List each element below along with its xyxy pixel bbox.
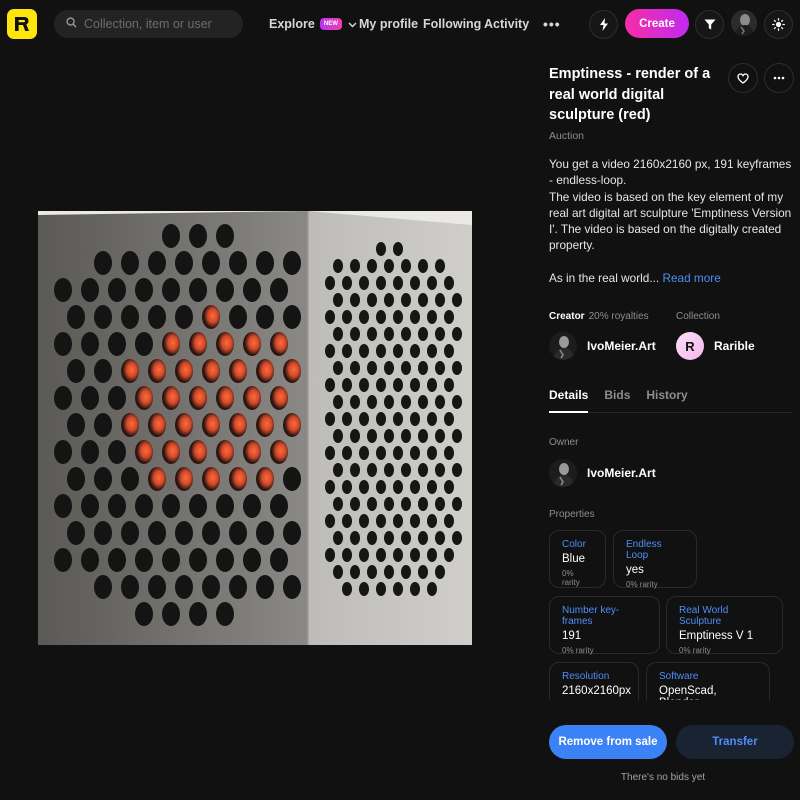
creator-avatar bbox=[549, 332, 577, 360]
property-rarity: 0% rarity bbox=[562, 569, 580, 587]
search-icon bbox=[66, 15, 77, 33]
nav-my-profile[interactable]: My profile bbox=[359, 0, 418, 48]
owner-label: Owner bbox=[549, 437, 579, 448]
property-type: Resolution bbox=[562, 671, 610, 682]
description-teaser: As in the real world... bbox=[549, 270, 660, 285]
property-value: 2160x2160px bbox=[562, 685, 632, 697]
owner-link[interactable]: IvoMeier.Art bbox=[549, 459, 656, 487]
owner-avatar bbox=[549, 459, 577, 487]
remove-from-sale-button[interactable]: Remove from sale bbox=[549, 725, 667, 759]
property-card[interactable]: Endless Loop yes 0% rarity bbox=[613, 530, 697, 589]
description-line: As in the real world... Read more bbox=[549, 270, 794, 286]
item-description: You get a video 2160x2160 px, 191 keyfra… bbox=[549, 156, 794, 286]
heart-icon[interactable] bbox=[728, 63, 758, 93]
property-value: 191 bbox=[562, 630, 582, 642]
royalties-text: 20% royalties bbox=[588, 311, 649, 322]
property-rarity: 0% rarity bbox=[626, 580, 658, 589]
property-value: Emptiness V 1 bbox=[679, 630, 754, 642]
lightning-icon[interactable] bbox=[589, 10, 618, 39]
property-rarity: 0% rarity bbox=[679, 646, 711, 655]
new-badge: NEW bbox=[319, 18, 342, 30]
property-card[interactable]: Number key-frames 191 0% rarity bbox=[549, 596, 660, 655]
search-input[interactable] bbox=[84, 17, 234, 31]
nav-following[interactable]: Following bbox=[423, 0, 481, 48]
sale-type-label: Auction bbox=[549, 130, 585, 142]
creator-name: IvoMeier.Art bbox=[587, 339, 656, 353]
creator-heading: Creator bbox=[549, 311, 585, 322]
user-avatar[interactable] bbox=[731, 10, 757, 36]
tab-details[interactable]: Details bbox=[549, 385, 589, 413]
properties-label: Properties bbox=[549, 509, 595, 520]
property-type: Real World Sculpture bbox=[679, 605, 729, 627]
property-type: Color bbox=[562, 539, 586, 550]
item-title: Emptiness - render of a real world digit… bbox=[549, 66, 711, 123]
filter-icon[interactable] bbox=[695, 10, 724, 39]
tab-history[interactable]: History bbox=[646, 385, 687, 413]
property-value: Blue bbox=[562, 553, 586, 565]
nav-activity[interactable]: Activity bbox=[484, 0, 529, 48]
read-more-link[interactable]: Read more bbox=[662, 271, 720, 285]
property-type: Software bbox=[659, 671, 699, 682]
search-box[interactable] bbox=[54, 10, 243, 38]
tab-bids[interactable]: Bids bbox=[604, 385, 630, 413]
collection-name: Rarible bbox=[714, 339, 755, 353]
description-line: The video is based on the key element of… bbox=[549, 189, 792, 253]
artwork-image[interactable] bbox=[38, 211, 472, 645]
property-value: yes bbox=[626, 564, 644, 576]
creator-link[interactable]: IvoMeier.Art bbox=[549, 332, 656, 360]
rarible-collection-icon: R bbox=[676, 332, 704, 360]
description-line: You get a video 2160x2160 px, 191 keyfra… bbox=[549, 157, 792, 188]
owner-name: IvoMeier.Art bbox=[587, 466, 656, 480]
details-tabs: Details Bids History bbox=[549, 385, 792, 413]
property-type: Endless Loop bbox=[626, 539, 662, 561]
collection-label: Collection bbox=[676, 311, 720, 322]
top-navigation-bar: Explore NEW My profile Following Activit… bbox=[0, 0, 800, 48]
property-card[interactable]: Color Blue 0% rarity bbox=[549, 530, 606, 588]
description-spacer bbox=[549, 254, 794, 270]
nav-explore-label: Explore bbox=[269, 17, 315, 31]
more-menu-icon[interactable]: ••• bbox=[543, 0, 561, 48]
chevron-down-icon bbox=[348, 17, 357, 31]
nav-explore[interactable]: Explore NEW bbox=[269, 0, 357, 48]
property-rarity: 0% rarity bbox=[562, 646, 594, 655]
create-button[interactable]: Create bbox=[625, 9, 689, 38]
property-type: Number key-frames bbox=[562, 605, 620, 627]
collection-link[interactable]: R Rarible bbox=[676, 332, 755, 360]
creator-label: Creator 20% royalties bbox=[549, 311, 649, 322]
sun-icon[interactable] bbox=[764, 10, 793, 39]
rarible-logo-icon[interactable] bbox=[7, 9, 37, 39]
no-bids-text: There's no bids yet bbox=[620, 772, 706, 783]
more-options-icon[interactable] bbox=[764, 63, 794, 93]
transfer-button[interactable]: Transfer bbox=[676, 725, 794, 759]
property-card[interactable]: Real World Sculpture Emptiness V 1 0% ra… bbox=[666, 596, 783, 655]
